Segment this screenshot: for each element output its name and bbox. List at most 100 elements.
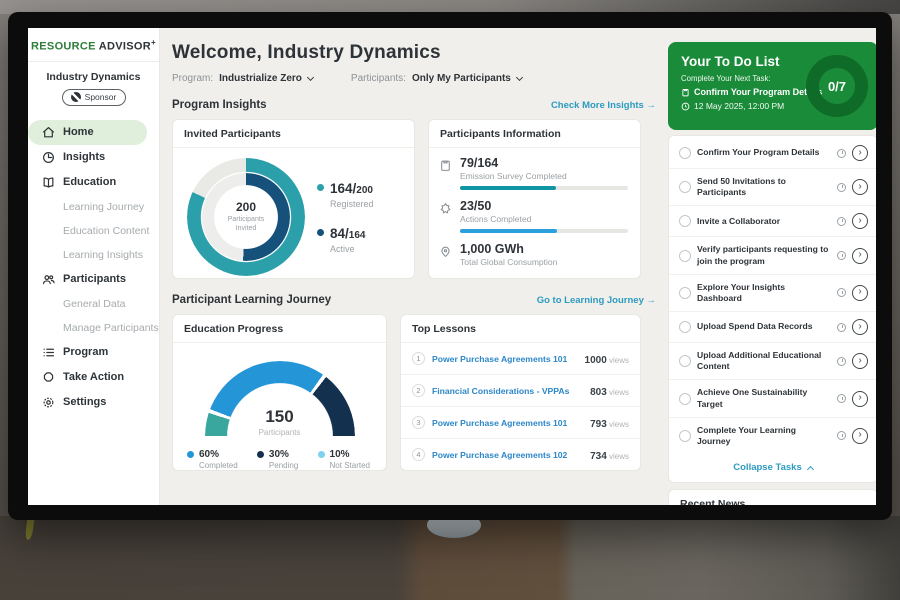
check-more-insights-link[interactable]: Check More Insights → (551, 100, 656, 111)
section-title-learning-journey: Participant Learning Journey (172, 294, 331, 306)
task-open-button[interactable]: › (852, 391, 868, 407)
task-row-invite-collaborator: Invite a Collaborator › (669, 206, 876, 237)
todo-progress-ring: 0/7 (806, 55, 868, 117)
lesson-link[interactable]: Power Purchase Agreements 101 (432, 418, 590, 428)
sidebar-item-label: Take Action (63, 371, 124, 383)
global-consumption-row: 1,000 GWh Total Global Consumption (439, 242, 628, 267)
invited-participants-card: Invited Participants 200 Participants In… (172, 119, 415, 279)
task-checkbox[interactable] (679, 321, 691, 333)
sidebar: RESOURCE ADVISOR+ Industry Dynamics Spon… (28, 28, 160, 505)
task-checkbox[interactable] (679, 355, 691, 367)
sidebar-item-insights[interactable]: Insights (28, 145, 159, 170)
section-title-program-insights: Program Insights (172, 99, 267, 111)
actions-completed-value: 23/50 (460, 199, 628, 213)
legend-dot-teal (317, 184, 324, 191)
todo-progress-value: 0/7 (828, 79, 846, 94)
sidebar-item-education-content[interactable]: Education Content (28, 219, 159, 243)
task-open-button[interactable]: › (852, 285, 868, 301)
task-checkbox[interactable] (679, 250, 691, 262)
task-open-button[interactable]: › (852, 428, 868, 444)
pending-clock-icon (837, 251, 846, 260)
global-consumption-value: 1,000 GWh (460, 242, 628, 256)
sidebar-item-manage-participants[interactable]: Manage Participants (28, 316, 159, 340)
content-column: Welcome, Industry Dynamics Program: Indu… (172, 42, 656, 505)
task-checkbox[interactable] (679, 181, 691, 193)
todo-column: Your To Do List Complete Your Next Task:… (668, 42, 876, 505)
sidebar-item-label: Program (63, 346, 108, 358)
pending-clock-icon (837, 183, 846, 192)
task-row-verify-participants: Verify participants requesting to join t… (669, 237, 876, 274)
task-open-button[interactable]: › (852, 353, 868, 369)
donut-legend: 164/200 Registered 84/164 Active (317, 180, 374, 254)
sidebar-item-label: Education (63, 176, 116, 188)
sidebar-item-take-action[interactable]: Take Action (28, 365, 159, 390)
task-open-button[interactable]: › (852, 248, 868, 264)
monitor-bezel: RESOURCE ADVISOR+ Industry Dynamics Spon… (8, 12, 892, 520)
legend-dot-blue (187, 451, 194, 458)
task-row-upload-spend-data: Upload Spend Data Records › (669, 312, 876, 343)
sidebar-item-participants[interactable]: Participants (28, 267, 159, 292)
lesson-rank: 2 (412, 384, 425, 397)
location-pin-icon (439, 245, 452, 258)
dashboard-screen: RESOURCE ADVISOR+ Industry Dynamics Spon… (28, 28, 876, 505)
sidebar-item-learning-insights[interactable]: Learning Insights (28, 243, 159, 267)
sidebar-item-program[interactable]: Program (28, 340, 159, 365)
lesson-views: 793 (590, 419, 607, 430)
lesson-views: 803 (590, 387, 607, 398)
task-checkbox[interactable] (679, 215, 691, 227)
participants-information-title: Participants Information (429, 120, 640, 148)
sidebar-item-label: Home (63, 126, 94, 138)
insights-cards-row: Invited Participants 200 Participants In… (172, 119, 656, 279)
participants-filter-dropdown[interactable]: Only My Participants (412, 73, 522, 84)
pending-clock-icon (837, 149, 846, 158)
pending-clock-icon (837, 357, 846, 366)
task-open-button[interactable]: › (852, 179, 868, 195)
program-filter-dropdown[interactable]: Industrialize Zero (219, 73, 313, 84)
lesson-row: 4 Power Purchase Agreements 102 734 view… (401, 439, 640, 471)
pending-clock-icon (837, 431, 846, 440)
invited-participants-title: Invited Participants (173, 120, 414, 148)
legend-registered: 164/200 Registered (317, 180, 374, 209)
collapse-tasks-link[interactable]: Collapse Tasks (669, 454, 876, 482)
gauge-center-value: 150 (205, 407, 355, 427)
lesson-link[interactable]: Power Purchase Agreements 101 (432, 354, 585, 364)
go-to-learning-journey-link[interactable]: Go to Learning Journey → (537, 295, 656, 306)
sponsor-badge-label: Sponsor (85, 92, 117, 102)
sidebar-item-learning-journey[interactable]: Learning Journey (28, 195, 159, 219)
program-insights-header: Program Insights Check More Insights → (172, 99, 656, 111)
sidebar-item-general-data[interactable]: General Data (28, 292, 159, 316)
chevron-down-icon (307, 74, 314, 81)
task-checkbox[interactable] (679, 430, 691, 442)
task-open-button[interactable]: › (852, 213, 868, 229)
task-open-button[interactable]: › (852, 319, 868, 335)
task-open-button[interactable]: › (852, 145, 868, 161)
lesson-rank: 4 (412, 448, 425, 461)
donut-center-label: Participants Invited (220, 216, 272, 234)
sidebar-item-label: Insights (63, 151, 105, 163)
pending-clock-icon (837, 394, 846, 403)
pending-clock-icon (837, 323, 846, 332)
actions-completed-progressbar (460, 229, 628, 233)
legend-dot-navy (317, 229, 324, 236)
lesson-link[interactable]: Financial Considerations - VPPAs (432, 386, 590, 396)
sidebar-item-settings[interactable]: Settings (28, 390, 159, 415)
task-checkbox[interactable] (679, 147, 691, 159)
participants-icon (42, 273, 55, 286)
task-row-complete-learning-journey: Complete Your Learning Journey › (669, 418, 876, 454)
invited-participants-donut-chart: 200 Participants Invited (187, 158, 305, 276)
task-row-achieve-target: Achieve One Sustainability Target › (669, 380, 876, 417)
emission-survey-label: Emission Survey Completed (460, 171, 628, 181)
emission-survey-row: 79/164 Emission Survey Completed (439, 156, 628, 190)
task-row-send-invitations: Send 50 Invitations to Participants › (669, 169, 876, 206)
chevron-up-icon (807, 466, 814, 473)
lesson-link[interactable]: Power Purchase Agreements 102 (432, 450, 590, 460)
sponsor-badge[interactable]: Sponsor (62, 89, 126, 106)
sidebar-item-home[interactable]: Home (28, 120, 147, 145)
task-checkbox[interactable] (679, 393, 691, 405)
task-row-upload-educational-content: Upload Additional Educational Content › (669, 343, 876, 380)
legend-dot-lightblue (318, 451, 325, 458)
donut-center-value: 200 (236, 200, 256, 214)
task-checkbox[interactable] (679, 287, 691, 299)
legend-completed: 60%Completed (187, 449, 238, 470)
sidebar-item-education[interactable]: Education (28, 170, 159, 195)
